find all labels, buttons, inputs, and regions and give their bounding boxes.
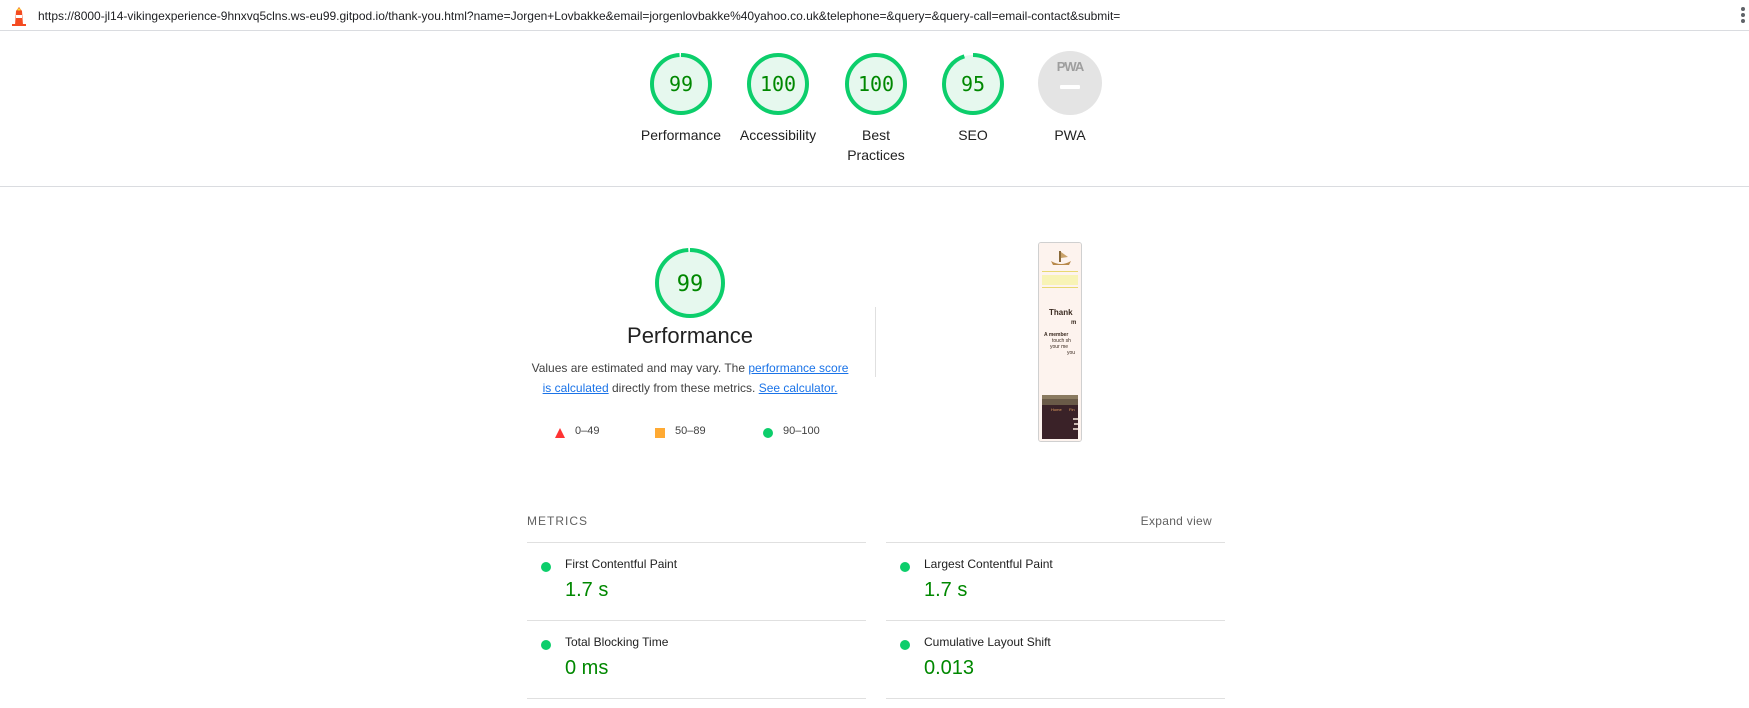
metric-value: 0 ms [565, 657, 609, 679]
metric-item[interactable]: Largest Contentful Paint 1.7 s [886, 542, 1225, 620]
gauge-score: 95 [961, 72, 985, 96]
divider [527, 698, 866, 699]
performance-score: 99 [677, 272, 704, 297]
pass-circle-icon [541, 640, 551, 650]
legend-range: 50–89 [675, 425, 706, 437]
preview-footer-link: Home [1051, 407, 1062, 412]
divider [886, 698, 1225, 699]
preview-line: m [1071, 320, 1076, 326]
gauge-score: 100 [858, 72, 894, 96]
gauge-performance[interactable]: 99 Performance [632, 51, 730, 145]
preview-footer-link: Fin [1069, 407, 1075, 412]
gauge-label: Best Practices [827, 125, 925, 165]
page-preview-image: Thank m A member touch sh your me you Ho… [1039, 243, 1081, 441]
metric-value: 1.7 s [565, 579, 609, 601]
legend-range: 0–49 [575, 425, 600, 437]
gauge-score: 99 [669, 72, 693, 96]
gauge-score: 100 [760, 72, 796, 96]
average-square-icon [655, 428, 665, 438]
pass-circle-icon [763, 428, 773, 438]
see-calculator-link[interactable]: See calculator. [759, 381, 838, 395]
gauge-label: SEO [958, 127, 988, 143]
metric-value: 1.7 s [924, 579, 968, 601]
preview-line: Thank [1049, 308, 1073, 317]
expand-view-button[interactable]: Expand view [1141, 514, 1212, 528]
metric-name: First Contentful Paint [565, 557, 678, 571]
divider [875, 307, 876, 377]
pwa-badge-icon: PWA [1038, 51, 1102, 115]
score-scale-legend: 0–49 50–89 90–100 [530, 424, 850, 440]
performance-description: Values are estimated and may vary. The p… [530, 358, 850, 398]
metric-name: Cumulative Layout Shift [924, 635, 1051, 649]
gauge-ring: 100 [845, 53, 907, 115]
top-bar: https://8000-jl14-vikingexperience-9hnxv… [0, 0, 1749, 31]
gauge-pwa[interactable]: PWA PWA [1021, 51, 1119, 145]
performance-gauge: 99 [655, 248, 725, 318]
final-screenshot-thumbnail[interactable]: Thank m A member touch sh your me you Ho… [1038, 242, 1082, 442]
more-options-icon[interactable] [1741, 7, 1747, 25]
legend-range: 90–100 [783, 425, 820, 437]
preview-line: you [1067, 350, 1075, 356]
metric-item[interactable]: First Contentful Paint 1.7 s [527, 542, 866, 620]
score-summary: 99 Performance 100 Accessibility 100 Bes… [0, 31, 1749, 187]
desc-text: directly from these metrics. [608, 381, 759, 395]
metric-name: Largest Contentful Paint [924, 557, 1053, 571]
gauge-label-line: Best [861, 127, 890, 143]
pass-circle-icon [900, 562, 910, 572]
metric-item[interactable]: Total Blocking Time 0 ms [527, 620, 866, 698]
gauge-seo[interactable]: 95 SEO [924, 51, 1022, 145]
gauge-accessibility[interactable]: 100 Accessibility [729, 51, 827, 145]
gauge-label: PWA [1054, 127, 1086, 143]
gauge-label-line: Practices [847, 147, 905, 163]
gauge-best-practices[interactable]: 100 Best Practices [827, 51, 925, 165]
performance-title: Performance [627, 323, 753, 348]
pwa-badge-text: PWA [1056, 59, 1085, 74]
pwa-dash-icon [1060, 85, 1080, 89]
metrics-header: METRICS Expand view [527, 514, 1212, 530]
metric-item[interactable]: Cumulative Layout Shift 0.013 [886, 620, 1225, 698]
preview-line: your me [1050, 344, 1068, 350]
metric-name: Total Blocking Time [565, 635, 669, 649]
gauge-ring: 99 [650, 53, 712, 115]
gauge-label: Accessibility [739, 127, 817, 143]
desc-text: Values are estimated and may vary. The [531, 361, 749, 375]
gauge-ring: 95 [942, 53, 1004, 115]
gauge-label: Performance [640, 127, 722, 143]
gauge-ring: 100 [747, 53, 809, 115]
lighthouse-logo-icon [12, 7, 26, 26]
metrics-title: METRICS [527, 514, 588, 528]
fail-triangle-icon [555, 428, 565, 438]
pass-circle-icon [541, 562, 551, 572]
pass-circle-icon [900, 640, 910, 650]
metric-value: 0.013 [924, 657, 975, 679]
performance-summary: 99 Performance Values are estimated and … [530, 246, 850, 438]
report-url[interactable]: https://8000-jl14-vikingexperience-9hnxv… [38, 9, 1120, 23]
